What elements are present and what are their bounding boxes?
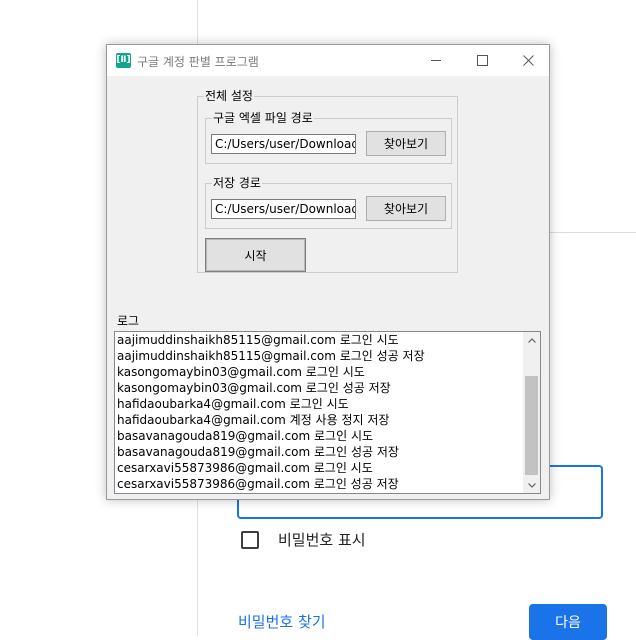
program-window: [Ⅱ] 구글 계정 판별 프로그램 전체 설정 구글 엑셀 파일 경로 C:/U…: [106, 44, 550, 500]
show-password-checkbox[interactable]: [241, 531, 259, 549]
scrollbar-thumb[interactable]: [525, 376, 538, 475]
log-line: hafidaoubarka4@gmail.com 로그인 시도: [117, 397, 349, 411]
close-icon: [522, 55, 534, 66]
save-path-group: 저장 경로 C:/Users/user/Downloads 찾아보기: [205, 176, 452, 229]
excel-path-group: 구글 엑셀 파일 경로 C:/Users/user/Downloads/ 찾아보…: [205, 111, 452, 164]
scroll-up-button[interactable]: [523, 332, 540, 348]
close-button[interactable]: [505, 45, 551, 76]
save-browse-button[interactable]: 찾아보기: [366, 196, 446, 221]
title-bar[interactable]: [Ⅱ] 구글 계정 판별 프로그램: [107, 45, 549, 76]
log-scrollbar[interactable]: [523, 332, 540, 493]
log-line: cesarxavi55873986@gmail.com 로그인 시도: [117, 461, 373, 475]
start-button[interactable]: 시작: [205, 238, 306, 272]
chevron-up-icon: [527, 337, 536, 343]
log-group-title: 로그: [116, 314, 141, 328]
settings-group: 전체 설정 구글 엑셀 파일 경로 C:/Users/user/Download…: [197, 89, 458, 273]
find-password-link[interactable]: 비밀번호 찾기: [238, 611, 326, 632]
log-line: aajimuddinshaikh85115@gmail.com 로그인 성공 저…: [117, 349, 425, 363]
log-line: basavanagouda819@gmail.com 로그인 시도: [117, 429, 374, 443]
log-line: kasongomaybin03@gmail.com 로그인 시도: [117, 365, 365, 379]
log-line: hafidaoubarka4@gmail.com 계정 사용 정지 저장: [117, 413, 390, 427]
save-path-title: 저장 경로: [212, 176, 262, 190]
minimize-icon: [431, 60, 441, 61]
save-path-input[interactable]: C:/Users/user/Downloads: [211, 199, 356, 219]
maximize-button[interactable]: [459, 45, 505, 76]
scroll-down-button[interactable]: [523, 477, 540, 493]
settings-group-title: 전체 설정: [204, 89, 254, 103]
log-line: cesarxavi55873986@gmail.com 로그인 성공 저장: [117, 477, 399, 491]
log-line: kasongomaybin03@gmail.com 로그인 성공 저장: [117, 381, 391, 395]
excel-path-input[interactable]: C:/Users/user/Downloads/: [211, 134, 356, 154]
app-icon: [Ⅱ]: [116, 53, 131, 68]
maximize-icon: [476, 55, 488, 66]
log-line: basavanagouda819@gmail.com 로그인 성공 저장: [117, 445, 399, 459]
chevron-down-icon: [527, 482, 536, 488]
log-line: aajimuddinshaikh85115@gmail.com 로그인 시도: [117, 333, 399, 347]
excel-path-title: 구글 엑셀 파일 경로: [212, 111, 314, 125]
minimize-button[interactable]: [413, 45, 459, 76]
show-password-label: 비밀번호 표시: [278, 531, 366, 549]
excel-browse-button[interactable]: 찾아보기: [366, 131, 446, 156]
window-title: 구글 계정 판별 프로그램: [137, 55, 259, 69]
next-button[interactable]: 다음: [529, 604, 607, 640]
log-listbox[interactable]: aajimuddinshaikh85115@gmail.com 로그인 시도 a…: [114, 331, 541, 494]
